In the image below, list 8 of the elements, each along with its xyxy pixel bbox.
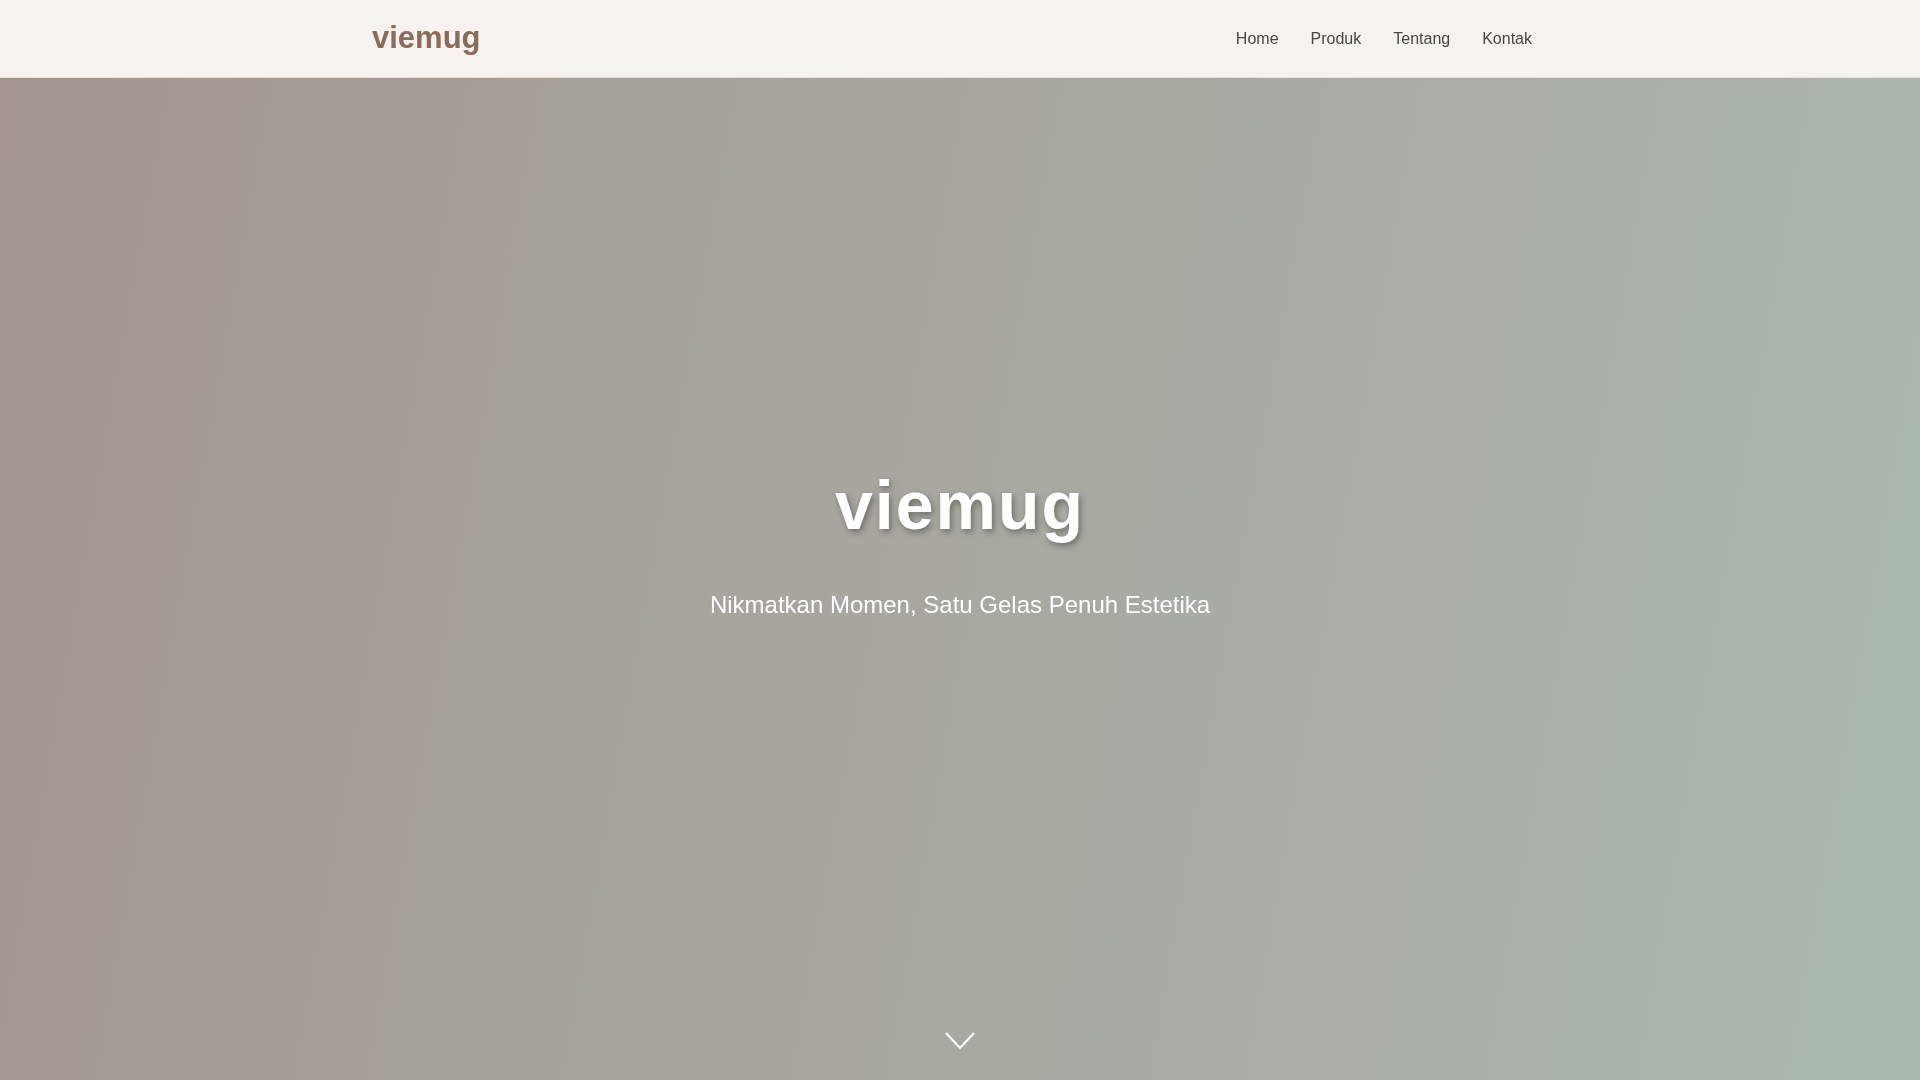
nav-link[interactable]: Home <box>1219 18 1295 59</box>
chevron-down-icon[interactable] <box>945 1032 975 1050</box>
nav-link[interactable]: Kontak <box>1466 18 1548 59</box>
nav-link[interactable]: Tentang <box>1377 18 1467 59</box>
hero-title: viemug <box>834 466 1086 546</box>
hero-subtitle: Nikmatkan Momen, Satu Gelas Penuh Estetika <box>709 589 1211 620</box>
brand-logo[interactable]: viemug <box>372 15 481 62</box>
nav-link[interactable]: Produk <box>1294 18 1378 59</box>
